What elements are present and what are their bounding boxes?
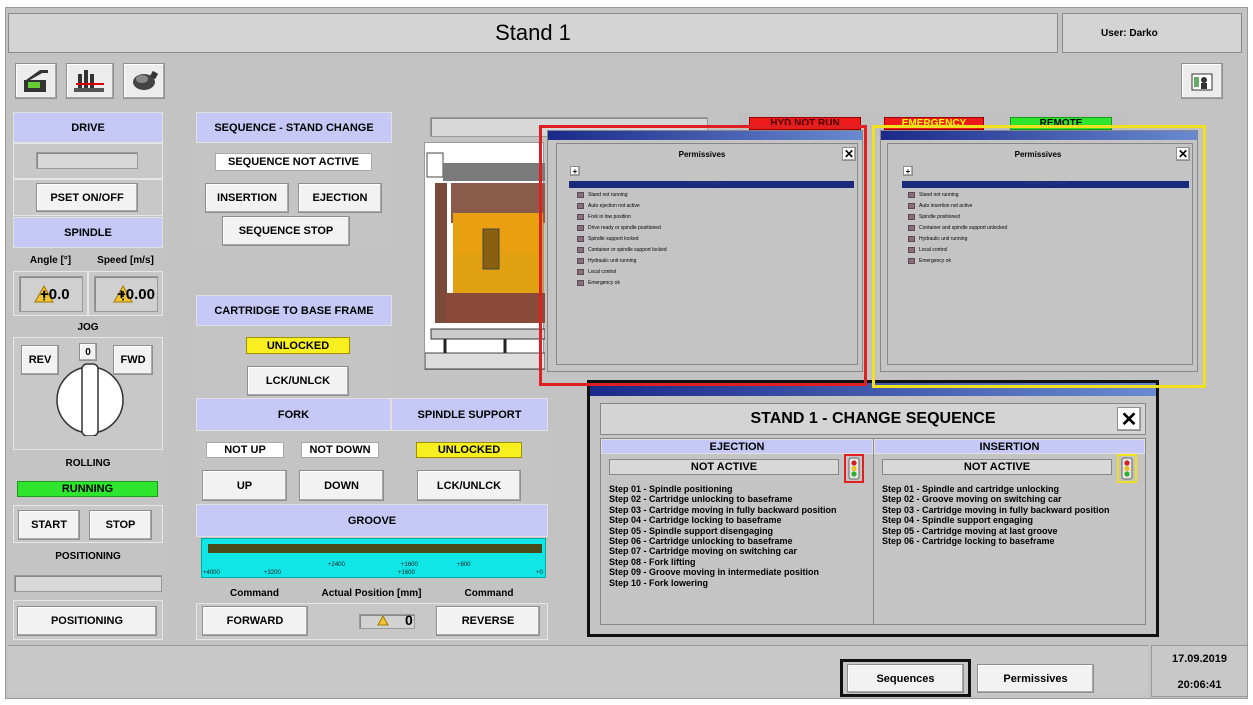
permissives-right-highlight <box>872 125 1206 388</box>
user-box: User: Darko <box>1062 13 1242 53</box>
step-item: Step 06 - Cartridge unlocking to basefra… <box>609 536 793 547</box>
rolling-label: ROLLING <box>65 457 111 469</box>
positioning-label: POSITIONING <box>55 550 121 562</box>
spindle-support-lock-button[interactable]: LCK/UNLCK <box>417 470 521 501</box>
rolling-status: RUNNING <box>17 481 158 497</box>
traffic-light-icon <box>1121 457 1133 480</box>
positioning-field <box>14 575 162 592</box>
reverse-button[interactable]: REVERSE <box>436 606 540 636</box>
step-item: Step 04 - Cartridge locking to baseframe <box>609 515 782 526</box>
step-item: Step 02 - Groove moving on switching car <box>882 494 1062 505</box>
scale-bottom-3: +1600 <box>398 570 415 576</box>
traffic-light-icon <box>848 457 860 480</box>
fork-not-down: NOT DOWN <box>301 442 379 458</box>
spindle-header: SPINDLE <box>13 217 163 248</box>
popup-title: STAND 1 - CHANGE SEQUENCE <box>750 410 996 427</box>
ejection-status: NOT ACTIVE <box>609 459 839 475</box>
fork-header: FORK <box>196 398 391 431</box>
command-left-label: Command <box>230 587 279 599</box>
positioning-button[interactable]: POSITIONING <box>17 606 157 636</box>
scale-top-2: +1600 <box>401 562 418 568</box>
speed-label: Speed [m/s] <box>97 254 154 266</box>
warning-icon <box>377 615 389 626</box>
sequences-button[interactable]: Sequences <box>847 664 964 693</box>
ejection-header: EJECTION <box>601 439 873 454</box>
pset-button[interactable]: PSET ON/OFF <box>36 183 138 212</box>
scale-bottom-1: +4000 <box>203 570 220 576</box>
stop-button[interactable]: STOP <box>89 510 152 540</box>
fork-down-button[interactable]: DOWN <box>299 470 384 501</box>
spindle-support-header: SPINDLE SUPPORT <box>391 398 548 431</box>
start-button[interactable]: START <box>18 510 80 540</box>
step-item: Step 10 - Fork lowering <box>609 577 709 588</box>
step-item: Step 07 - Cartridge moving on switching … <box>609 546 798 557</box>
fork-not-up: NOT UP <box>206 442 284 458</box>
ejection-steps: Step 01 - Spindle positioning Step 02 - … <box>609 484 871 588</box>
command-right-label: Command <box>464 587 514 599</box>
insertion-header: INSERTION <box>874 439 1145 454</box>
step-item: Step 01 - Spindle and cartridge unlockin… <box>882 484 1060 494</box>
groove-header: GROOVE <box>196 504 548 537</box>
drive-header: DRIVE <box>13 112 163 143</box>
step-item: Step 01 - Spindle positioning <box>609 484 733 494</box>
valve-icon[interactable] <box>123 63 165 99</box>
date-label: 17.09.2019 <box>1171 653 1228 665</box>
change-sequence-popup: STAND 1 - CHANGE SEQUENCE ✕ EJECTION INS… <box>587 380 1159 637</box>
step-item: Step 05 - Cartridge moving at last groov… <box>882 525 1058 536</box>
title-bar: Stand 1 <box>8 13 1058 53</box>
time-label: 20:06:41 <box>1177 679 1222 691</box>
oil-tank-icon[interactable] <box>66 63 114 99</box>
step-item: Step 03 - Cartridge moving in fully back… <box>882 504 1110 515</box>
step-item: Step 06 - Cartridge locking to baseframe <box>882 536 1055 547</box>
spindle-support-status: UNLOCKED <box>416 442 522 458</box>
step-item: Step 04 - Spindle support engaging <box>882 515 1034 526</box>
step-item: Step 03 - Cartridge moving in fully back… <box>609 504 837 515</box>
speed-value: +0.00 <box>117 286 155 303</box>
cartridge-lock-button[interactable]: LCK/UNLCK <box>247 366 349 396</box>
insertion-steps: Step 01 - Spindle and cartridge unlockin… <box>882 484 1144 546</box>
cartridge-status: UNLOCKED <box>246 337 350 354</box>
jog-knob[interactable] <box>55 362 125 436</box>
angle-label: Angle [°] <box>29 254 72 266</box>
cartridge-header: CARTRIDGE TO BASE FRAME <box>196 295 392 326</box>
step-item: Step 02 - Cartridge unlocking to basefra… <box>609 494 793 505</box>
sequence-stop-button[interactable]: SEQUENCE STOP <box>222 216 350 246</box>
permissives-button[interactable]: Permissives <box>977 664 1094 693</box>
position-value: 0 <box>405 612 413 628</box>
popup-header: STAND 1 - CHANGE SEQUENCE <box>600 403 1146 435</box>
user-label: User: Darko <box>1101 27 1158 39</box>
page-title: Stand 1 <box>495 20 571 45</box>
groove-bar <box>208 544 542 553</box>
sequence-status: SEQUENCE NOT ACTIVE <box>215 153 372 171</box>
insertion-status: NOT ACTIVE <box>882 459 1112 475</box>
scale-bottom-4: +0 <box>536 570 543 576</box>
hydraulic-pump-icon[interactable] <box>15 63 57 99</box>
close-icon[interactable]: ✕ <box>1117 407 1141 431</box>
scale-bottom-2: +3200 <box>264 570 281 576</box>
sequence-header: SEQUENCE - STAND CHANGE <box>196 112 392 143</box>
scale-top-1: +2400 <box>328 562 345 568</box>
permissives-left-highlight <box>539 125 867 386</box>
angle-value: +0.0 <box>40 286 70 303</box>
groove-scale: +2400 +1600 +800 +4000 +3200 +1600 +0 <box>201 538 546 578</box>
step-item: Step 09 - Groove moving in intermediate … <box>609 567 820 578</box>
step-item: Step 05 - Spindle support disengaging <box>609 525 774 536</box>
machine-drawing <box>424 142 546 370</box>
column-divider <box>873 439 874 624</box>
fork-up-button[interactable]: UP <box>202 470 287 501</box>
jog-label: JOG <box>77 321 99 333</box>
jog-value: 0 <box>79 343 97 361</box>
drive-status-field <box>36 152 138 169</box>
operator-icon[interactable] <box>1181 63 1223 99</box>
forward-button[interactable]: FORWARD <box>202 606 308 636</box>
actual-position-label: Actual Position [mm] <box>321 587 422 599</box>
ejection-button[interactable]: EJECTION <box>298 183 382 213</box>
rev-button[interactable]: REV <box>21 345 59 375</box>
step-item: Step 08 - Fork lifting <box>609 556 696 567</box>
scale-top-3: +800 <box>457 562 471 568</box>
insertion-button[interactable]: INSERTION <box>205 183 289 213</box>
